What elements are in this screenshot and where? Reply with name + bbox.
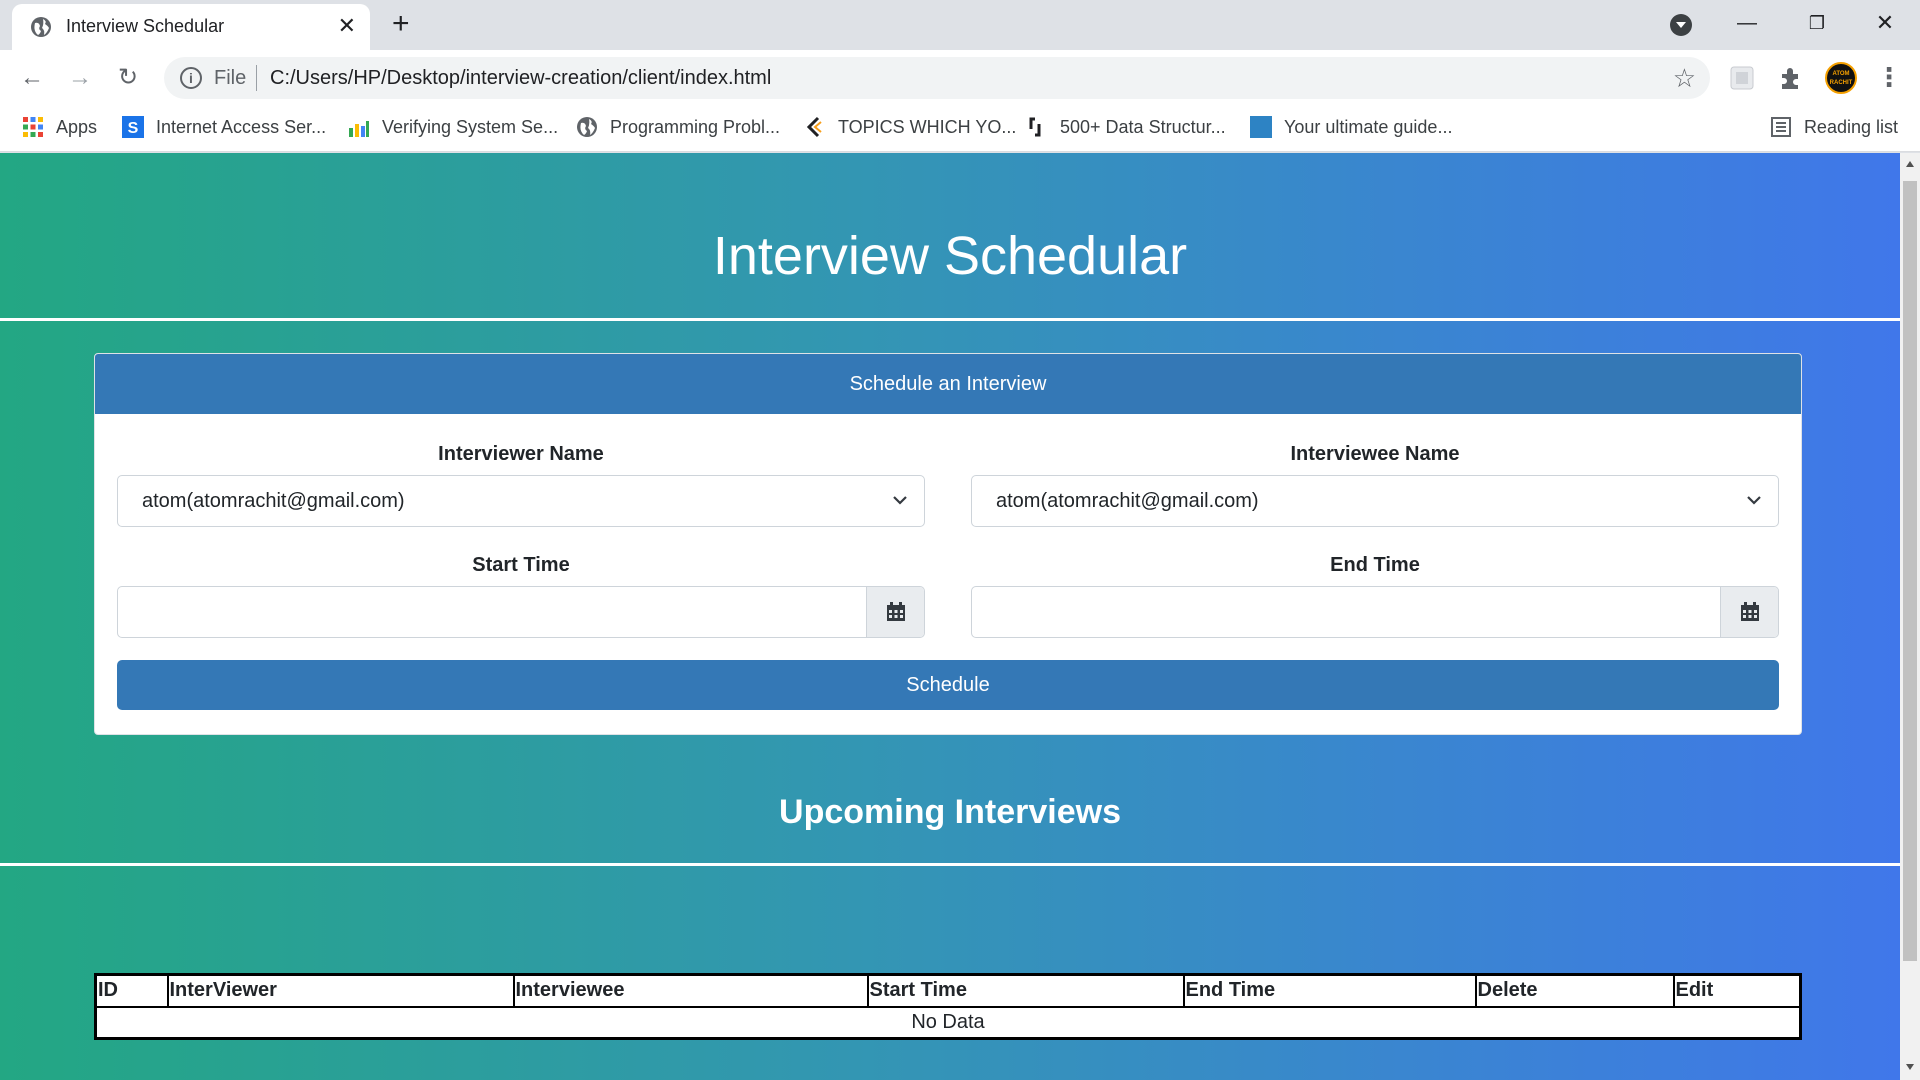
column-header-id: ID bbox=[94, 973, 169, 1008]
apps-grid-icon bbox=[23, 117, 43, 137]
globe-icon bbox=[577, 117, 597, 137]
extension-icon[interactable] bbox=[1728, 64, 1756, 92]
card-header: Schedule an Interview bbox=[95, 354, 1801, 414]
bookmark-label: Your ultimate guide... bbox=[1284, 117, 1453, 137]
bracket-logo-icon bbox=[1029, 117, 1041, 137]
blue-square-icon bbox=[1250, 116, 1272, 138]
bookmark-programming[interactable]: Programming Probl... bbox=[576, 116, 780, 142]
browser-tab[interactable]: Interview Schedular ✕ bbox=[12, 4, 370, 50]
interviews-table: ID InterViewer Interviewee Start Time En… bbox=[94, 973, 1802, 1040]
column-header-end-time: End Time bbox=[1182, 973, 1477, 1008]
table-row: No Data bbox=[94, 1005, 1802, 1040]
page-title: Interview Schedular bbox=[712, 226, 1188, 286]
avatar[interactable]: ATOM RACHIT bbox=[1825, 62, 1857, 94]
back-arrow-icon[interactable]: ← bbox=[16, 62, 48, 94]
reading-list-label: Reading list bbox=[1803, 117, 1898, 137]
upcoming-interviews-title: Upcoming Interviews bbox=[779, 793, 1121, 831]
bookmark-star-icon[interactable]: ☆ bbox=[1673, 63, 1696, 94]
bookmarks-bar: Apps S Internet Access Ser... Verifying … bbox=[0, 106, 1920, 152]
avatar-text: ATOM RACHIT bbox=[1829, 71, 1853, 86]
empty-table-message: No Data bbox=[94, 1005, 1802, 1040]
puzzle-icon[interactable] bbox=[1776, 64, 1804, 92]
column-header-start-time: Start Time bbox=[866, 973, 1185, 1008]
more-menu-icon[interactable]: ⋮ bbox=[1876, 62, 1902, 94]
interviewee-select[interactable]: atom(atomrachit@gmail.com) bbox=[971, 475, 1779, 527]
browser-toolbar: ← → ↻ i File C:/Users/HP/Desktop/intervi… bbox=[0, 50, 1920, 106]
column-header-interviewer: InterViewer bbox=[166, 973, 515, 1008]
page-viewport: Interview Schedular Schedule an Intervie… bbox=[0, 153, 1900, 1080]
svg-text:S: S bbox=[128, 120, 139, 137]
column-header-edit: Edit bbox=[1672, 973, 1802, 1008]
bookmark-label: 500+ Data Structur... bbox=[1060, 117, 1226, 137]
interviewee-selected-value: atom(atomrachit@gmail.com) bbox=[996, 490, 1259, 512]
chevron-down-icon bbox=[893, 496, 907, 505]
interviewer-selected-value: atom(atomrachit@gmail.com) bbox=[142, 490, 405, 512]
reload-icon[interactable]: ↻ bbox=[112, 62, 144, 94]
upcoming-divider bbox=[0, 863, 1900, 866]
minimize-button[interactable]: — bbox=[1724, 6, 1770, 40]
new-tab-button[interactable]: + bbox=[392, 8, 410, 40]
url-separator bbox=[256, 65, 257, 91]
title-divider bbox=[0, 318, 1900, 321]
forward-arrow-icon[interactable]: → bbox=[64, 62, 96, 94]
tab-strip: Interview Schedular ✕ + — ❐ ✕ bbox=[0, 0, 1920, 50]
end-time-input[interactable] bbox=[971, 586, 1779, 638]
chevron-down-icon bbox=[1747, 496, 1761, 505]
interviewer-select[interactable]: atom(atomrachit@gmail.com) bbox=[117, 475, 925, 527]
bookmark-internet-access[interactable]: S Internet Access Ser... bbox=[122, 116, 326, 142]
bookmark-label: Verifying System Se... bbox=[382, 117, 559, 137]
globe-icon bbox=[31, 17, 51, 37]
info-icon[interactable]: i bbox=[180, 67, 202, 89]
calendar-icon bbox=[1741, 602, 1759, 621]
bar-chart-icon bbox=[349, 121, 369, 137]
bookmark-topics[interactable]: TOPICS WHICH YO... bbox=[804, 116, 1016, 142]
schedule-card: Schedule an Interview Interviewer Name a… bbox=[94, 353, 1802, 735]
start-time-label: Start Time bbox=[472, 554, 570, 576]
url-scheme-label: File bbox=[214, 67, 247, 89]
start-time-picker-button[interactable] bbox=[866, 587, 924, 637]
column-header-delete: Delete bbox=[1474, 973, 1675, 1008]
interviewee-label: Interviewee Name bbox=[1290, 443, 1460, 465]
s-logo-icon: S bbox=[122, 116, 144, 138]
start-time-input[interactable] bbox=[117, 586, 925, 638]
bookmark-data-structures[interactable]: 500+ Data Structur... bbox=[1026, 116, 1226, 142]
bookmark-label: Apps bbox=[56, 117, 98, 137]
scroll-down-arrow-icon[interactable] bbox=[1906, 1064, 1914, 1070]
page-scrollbar[interactable] bbox=[1900, 153, 1920, 1080]
bookmark-verifying-system[interactable]: Verifying System Se... bbox=[348, 116, 558, 142]
end-time-picker-button[interactable] bbox=[1720, 587, 1778, 637]
close-window-button[interactable]: ✕ bbox=[1862, 6, 1908, 40]
reading-list-icon bbox=[1770, 117, 1791, 137]
tab-search-icon[interactable] bbox=[1670, 14, 1692, 36]
scrollbar-thumb[interactable] bbox=[1903, 181, 1917, 961]
reading-list-button[interactable]: Reading list bbox=[1770, 116, 1898, 138]
url-text[interactable]: C:/Users/HP/Desktop/interview-creation/c… bbox=[270, 67, 771, 90]
bookmark-apps[interactable]: Apps bbox=[22, 116, 97, 142]
calendar-icon bbox=[887, 602, 905, 621]
bookmark-label: TOPICS WHICH YO... bbox=[838, 117, 1017, 137]
code-logo-icon bbox=[806, 116, 822, 138]
table-header-row: ID InterViewer Interviewee Start Time En… bbox=[94, 973, 1802, 1008]
tab-title: Interview Schedular bbox=[66, 16, 225, 36]
bookmark-label: Internet Access Ser... bbox=[156, 117, 327, 137]
schedule-button[interactable]: Schedule bbox=[117, 660, 1779, 710]
column-header-interviewee: Interviewee bbox=[512, 973, 869, 1008]
scroll-up-arrow-icon[interactable] bbox=[1906, 161, 1914, 167]
address-bar[interactable]: i File C:/Users/HP/Desktop/interview-cre… bbox=[164, 57, 1710, 99]
restore-button[interactable]: ❐ bbox=[1794, 6, 1840, 40]
interviewer-label: Interviewer Name bbox=[438, 443, 604, 465]
bookmark-ultimate-guide[interactable]: Your ultimate guide... bbox=[1250, 116, 1452, 142]
bookmark-label: Programming Probl... bbox=[610, 117, 781, 137]
end-time-label: End Time bbox=[1330, 554, 1420, 576]
tab-close-icon[interactable]: ✕ bbox=[338, 14, 356, 38]
